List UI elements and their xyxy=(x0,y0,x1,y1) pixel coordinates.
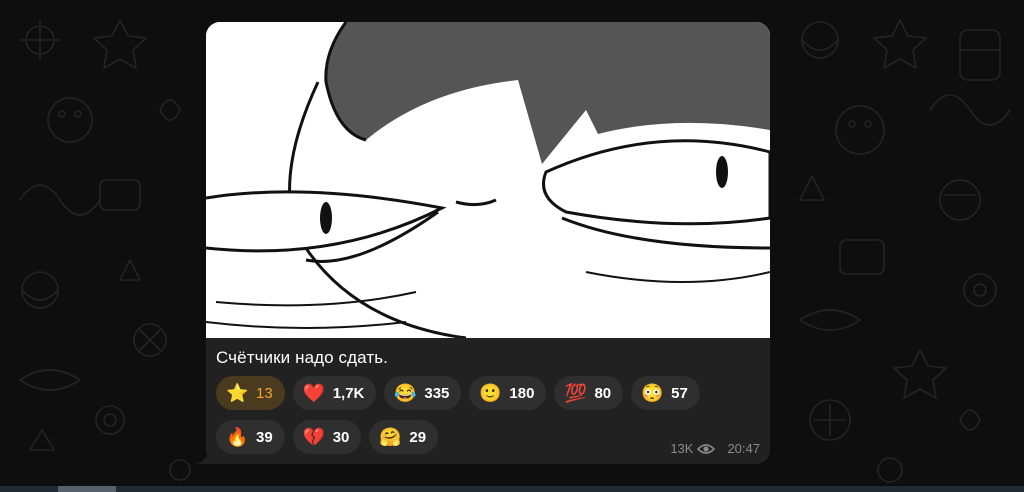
reaction-broken-heart[interactable]: 💔 30 xyxy=(292,420,362,454)
reaction-count: 80 xyxy=(594,384,612,402)
reaction-count: 335 xyxy=(424,384,450,402)
flushed-face-icon: 😳 xyxy=(641,383,664,403)
reaction-count: 180 xyxy=(509,384,535,402)
message-bubble[interactable]: Счётчики надо сдать. ⭐ 13 ❤️ 1,7K 😂 335 … xyxy=(206,22,770,464)
slight-smile-icon: 🙂 xyxy=(479,383,502,403)
reaction-count: 57 xyxy=(671,384,688,402)
reaction-tears-of-joy[interactable]: 😂 335 xyxy=(384,376,462,410)
fire-icon: 🔥 xyxy=(226,427,249,447)
reaction-hundred-points[interactable]: 💯 80 xyxy=(554,376,624,410)
reaction-count: 13 xyxy=(256,384,273,402)
reaction-fire[interactable]: 🔥 39 xyxy=(216,420,285,454)
horizontal-scrollbar[interactable] xyxy=(0,486,1024,492)
cartoon-face-sticker xyxy=(206,22,770,338)
reaction-star[interactable]: ⭐ 13 xyxy=(216,376,285,410)
star-icon: ⭐ xyxy=(226,383,249,403)
reaction-count: 29 xyxy=(409,428,427,446)
message-time: 20:47 xyxy=(727,441,760,456)
hundred-points-icon: 💯 xyxy=(564,383,587,403)
broken-heart-icon: 💔 xyxy=(302,427,326,447)
reaction-flushed-face[interactable]: 😳 57 xyxy=(631,376,700,410)
message-meta: 13K 20:47 xyxy=(670,441,760,456)
reaction-heart[interactable]: ❤️ 1,7K xyxy=(292,376,377,410)
scrollbar-thumb[interactable] xyxy=(58,486,116,492)
message-photo[interactable] xyxy=(206,22,770,338)
eye-icon xyxy=(697,443,716,454)
tears-of-joy-icon: 😂 xyxy=(394,383,417,403)
message-caption: Счётчики надо сдать. xyxy=(216,348,388,367)
reaction-slight-smile[interactable]: 🙂 180 xyxy=(469,376,547,410)
heart-icon: ❤️ xyxy=(302,383,326,403)
reaction-hugging-face[interactable]: 🤗 29 xyxy=(369,420,439,454)
view-count: 13K xyxy=(670,441,694,456)
reaction-count: 1,7K xyxy=(332,384,365,402)
reactions-row-1: ⭐ 13 ❤️ 1,7K 😂 335 🙂 180 💯 80 😳 57 xyxy=(216,376,756,410)
reaction-count: 39 xyxy=(256,428,273,446)
hugging-face-icon: 🤗 xyxy=(379,427,402,447)
reaction-count: 30 xyxy=(332,428,350,446)
